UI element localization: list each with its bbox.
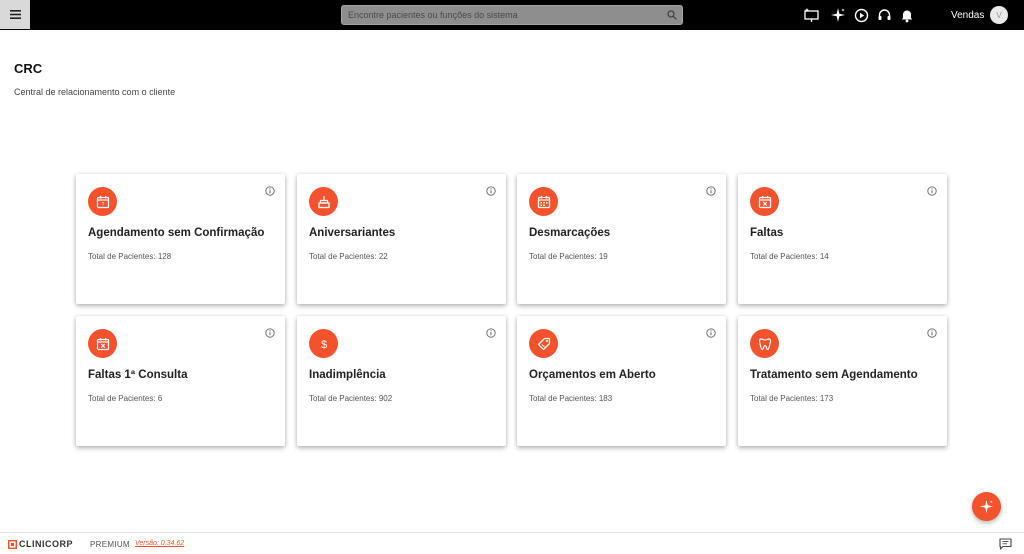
clinicorp-logo-icon xyxy=(8,539,17,549)
card-total: Total de Pacientes: 128 xyxy=(88,252,172,261)
dollar-icon: $ xyxy=(320,339,326,351)
card-total: Total de Pacientes: 902 xyxy=(309,394,393,403)
card-agendamento-sem-confirmacao[interactable]: ? Agendamento sem Confirmação Total de P… xyxy=(76,174,285,304)
search-input[interactable] xyxy=(348,8,648,22)
info-icon[interactable] xyxy=(706,328,716,338)
card-title: Agendamento sem Confirmação xyxy=(88,227,265,239)
info-icon[interactable] xyxy=(927,186,937,196)
avatar-initial: V xyxy=(996,10,1002,20)
card-title: Faltas xyxy=(750,227,784,239)
card-faltas[interactable]: Faltas Total de Pacientes: 14 xyxy=(738,174,947,304)
card-badge xyxy=(750,187,779,216)
svg-text:?: ? xyxy=(101,202,104,208)
bell-icon[interactable] xyxy=(898,6,916,24)
card-badge xyxy=(529,329,558,358)
info-icon[interactable] xyxy=(927,328,937,338)
card-badge: ? xyxy=(88,187,117,216)
user-name[interactable]: Vendas xyxy=(951,10,984,21)
card-total: Total de Pacientes: 6 xyxy=(88,394,163,403)
assistant-fab-button[interactable] xyxy=(972,492,1001,521)
card-total: Total de Pacientes: 22 xyxy=(309,252,388,261)
search-box[interactable] xyxy=(341,5,683,25)
card-badge xyxy=(529,187,558,216)
card-desmarcacoes[interactable]: Desmarcações Total de Pacientes: 19 xyxy=(517,174,726,304)
avatar[interactable]: V xyxy=(990,6,1008,24)
calendar-x-icon xyxy=(96,337,109,350)
card-title: Tratamento sem Agendamento xyxy=(750,369,918,381)
presentation-sparkle-icon[interactable] xyxy=(802,6,820,24)
tooth-icon xyxy=(758,337,771,350)
footer: CLINICORP PREMIUM Versão: 0.34.62 xyxy=(0,532,1024,554)
sparkle-icon[interactable] xyxy=(829,6,847,24)
top-bar: Vendas V xyxy=(0,0,1024,30)
page-title: CRC xyxy=(14,61,43,76)
page-subtitle: Central de relacionamento com o cliente xyxy=(14,87,176,97)
info-icon[interactable] xyxy=(486,186,496,196)
search-icon[interactable] xyxy=(667,10,677,20)
price-tag-icon xyxy=(537,337,550,350)
calendar-grid-icon xyxy=(537,195,550,208)
card-title: Desmarcações xyxy=(529,227,611,239)
card-tratamento-sem-agendamento[interactable]: Tratamento sem Agendamento Total de Paci… xyxy=(738,316,947,446)
cake-icon xyxy=(317,195,330,208)
support-headset-icon[interactable] xyxy=(875,6,893,24)
info-icon[interactable] xyxy=(706,186,716,196)
card-badge xyxy=(309,187,338,216)
svg-text:$: $ xyxy=(320,339,326,351)
card-title: Orçamentos em Aberto xyxy=(529,369,656,381)
calendar-x-icon xyxy=(758,195,771,208)
info-icon[interactable] xyxy=(265,328,275,338)
brand-name: CLINICORP xyxy=(19,539,73,549)
menu-button[interactable] xyxy=(0,0,30,29)
version-link[interactable]: Versão: 0.34.62 xyxy=(135,540,184,547)
card-inadimplencia[interactable]: $ Inadimplência Total de Pacientes: 902 xyxy=(297,316,506,446)
card-total: Total de Pacientes: 183 xyxy=(529,394,613,403)
card-total: Total de Pacientes: 173 xyxy=(750,394,834,403)
play-circle-icon[interactable] xyxy=(852,6,870,24)
card-total: Total de Pacientes: 14 xyxy=(750,252,829,261)
sparkle-icon xyxy=(979,499,994,514)
chat-icon[interactable] xyxy=(999,538,1012,550)
hamburger-icon xyxy=(9,10,21,19)
card-badge xyxy=(88,329,117,358)
card-orcamentos-em-aberto[interactable]: Orçamentos em Aberto Total de Pacientes:… xyxy=(517,316,726,446)
card-aniversariantes[interactable]: Aniversariantes Total de Pacientes: 22 xyxy=(297,174,506,304)
card-badge: $ xyxy=(309,329,338,358)
info-icon[interactable] xyxy=(265,186,275,196)
card-title: Inadimplência xyxy=(309,369,386,381)
info-icon[interactable] xyxy=(486,328,496,338)
card-badge xyxy=(750,329,779,358)
card-title: Aniversariantes xyxy=(309,227,396,239)
plan-label: PREMIUM xyxy=(90,540,130,549)
calendar-check-icon: ? xyxy=(96,195,109,208)
card-total: Total de Pacientes: 19 xyxy=(529,252,608,261)
card-title: Faltas 1ª Consulta xyxy=(88,369,188,381)
card-faltas-primeira-consulta[interactable]: Faltas 1ª Consulta Total de Pacientes: 6 xyxy=(76,316,285,446)
brand-logo: CLINICORP xyxy=(8,539,73,549)
